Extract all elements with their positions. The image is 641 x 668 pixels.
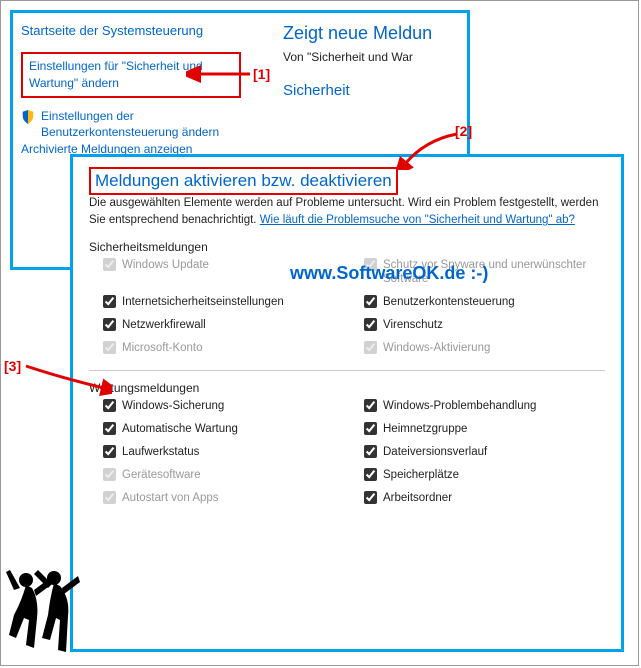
maintenance-item: Autostart von Apps (103, 491, 344, 506)
security-label: Benutzerkontensteuerung (383, 295, 515, 310)
security-checkbox[interactable] (103, 295, 116, 308)
maintenance-item: Gerätesoftware (103, 468, 344, 483)
maintenance-checkbox[interactable] (364, 445, 377, 458)
security-checkbox (103, 258, 116, 271)
shield-icon (21, 110, 35, 124)
security-item[interactable]: Virenschutz (364, 318, 605, 333)
security-checkbox (364, 341, 377, 354)
maintenance-grid: Windows-Sicherung Windows-Problembehandlu… (103, 399, 605, 506)
callout-3: [3] (4, 358, 21, 374)
maintenance-checkbox (103, 491, 116, 504)
callout-2: [2] (455, 123, 472, 139)
dancers-icon (4, 560, 82, 660)
highlight-box-2: Meldungen aktivieren bzw. deaktivieren (89, 167, 398, 195)
security-label: Windows Update (122, 258, 209, 273)
back-sidebar: Startseite der Systemsteuerung Einstellu… (21, 23, 241, 168)
maintenance-item[interactable]: Windows-Sicherung (103, 399, 344, 414)
maintenance-label: Heimnetzgruppe (383, 422, 467, 437)
back-section-security: Sicherheit (283, 82, 463, 99)
maintenance-checkbox[interactable] (364, 491, 377, 504)
help-link[interactable]: Wie läuft die Problemsuche von "Sicherhe… (260, 214, 575, 226)
section-security-title: Sicherheitsmeldungen (89, 240, 605, 254)
front-description: Die ausgewählten Elemente werden auf Pro… (89, 195, 605, 230)
arrow-3 (22, 358, 112, 398)
security-label: Netzwerkfirewall (122, 318, 206, 333)
maintenance-item[interactable]: Speicherplätze (364, 468, 605, 483)
security-item[interactable]: Internetsicherheitseinstellungen (103, 295, 344, 310)
maintenance-label: Automatische Wartung (122, 422, 238, 437)
security-label: Windows-Aktivierung (383, 341, 490, 356)
back-title: Zeigt neue Meldun (283, 23, 463, 44)
maintenance-checkbox[interactable] (364, 399, 377, 412)
callout-1: [1] (253, 66, 270, 82)
security-checkbox[interactable] (364, 295, 377, 308)
back-main: Zeigt neue Meldun Von "Sicherheit und Wa… (283, 23, 463, 99)
maintenance-checkbox (103, 468, 116, 481)
security-label: Microsoft-Konto (122, 341, 203, 356)
maintenance-checkbox[interactable] (103, 399, 116, 412)
front-title: Meldungen aktivieren bzw. deaktivieren (95, 171, 392, 190)
security-checkbox[interactable] (103, 318, 116, 331)
security-checkbox[interactable] (364, 318, 377, 331)
security-label: Virenschutz (383, 318, 443, 333)
security-label: Internetsicherheitseinstellungen (122, 295, 284, 310)
security-item[interactable]: Netzwerkfirewall (103, 318, 344, 333)
maintenance-item[interactable]: Laufwerkstatus (103, 445, 344, 460)
front-window: Meldungen aktivieren bzw. deaktivieren D… (70, 154, 624, 652)
maintenance-label: Gerätesoftware (122, 468, 201, 483)
maintenance-item[interactable]: Heimnetzgruppe (364, 422, 605, 437)
security-checkbox (103, 341, 116, 354)
maintenance-label: Laufwerkstatus (122, 445, 199, 460)
maintenance-checkbox[interactable] (103, 445, 116, 458)
security-item[interactable]: Benutzerkontensteuerung (364, 295, 605, 310)
maintenance-checkbox[interactable] (103, 422, 116, 435)
maintenance-item[interactable]: Arbeitsordner (364, 491, 605, 506)
maintenance-label: Windows-Problembehandlung (383, 399, 536, 414)
security-item: Windows-Aktivierung (364, 341, 605, 356)
maintenance-checkbox[interactable] (364, 468, 377, 481)
divider (89, 370, 605, 371)
maintenance-label: Speicherplätze (383, 468, 459, 483)
maintenance-label: Arbeitsordner (383, 491, 452, 506)
maintenance-label: Dateiversionsverlauf (383, 445, 487, 460)
arrow-1 (186, 60, 256, 88)
maintenance-item[interactable]: Windows-Problembehandlung (364, 399, 605, 414)
uac-settings-link[interactable]: Einstellungen der Benutzerkontensteuerun… (41, 108, 241, 142)
maintenance-checkbox[interactable] (364, 422, 377, 435)
section-maintenance-title: Wartungsmeldungen (89, 381, 605, 395)
watermark: www.SoftwareOK.de :-) (290, 263, 488, 284)
maintenance-label: Autostart von Apps (122, 491, 219, 506)
maintenance-item[interactable]: Dateiversionsverlauf (364, 445, 605, 460)
security-item: Microsoft-Konto (103, 341, 344, 356)
back-subtitle: Von "Sicherheit und War (283, 50, 463, 64)
maintenance-item[interactable]: Automatische Wartung (103, 422, 344, 437)
maintenance-label: Windows-Sicherung (122, 399, 224, 414)
control-panel-home-link[interactable]: Startseite der Systemsteuerung (21, 23, 241, 38)
